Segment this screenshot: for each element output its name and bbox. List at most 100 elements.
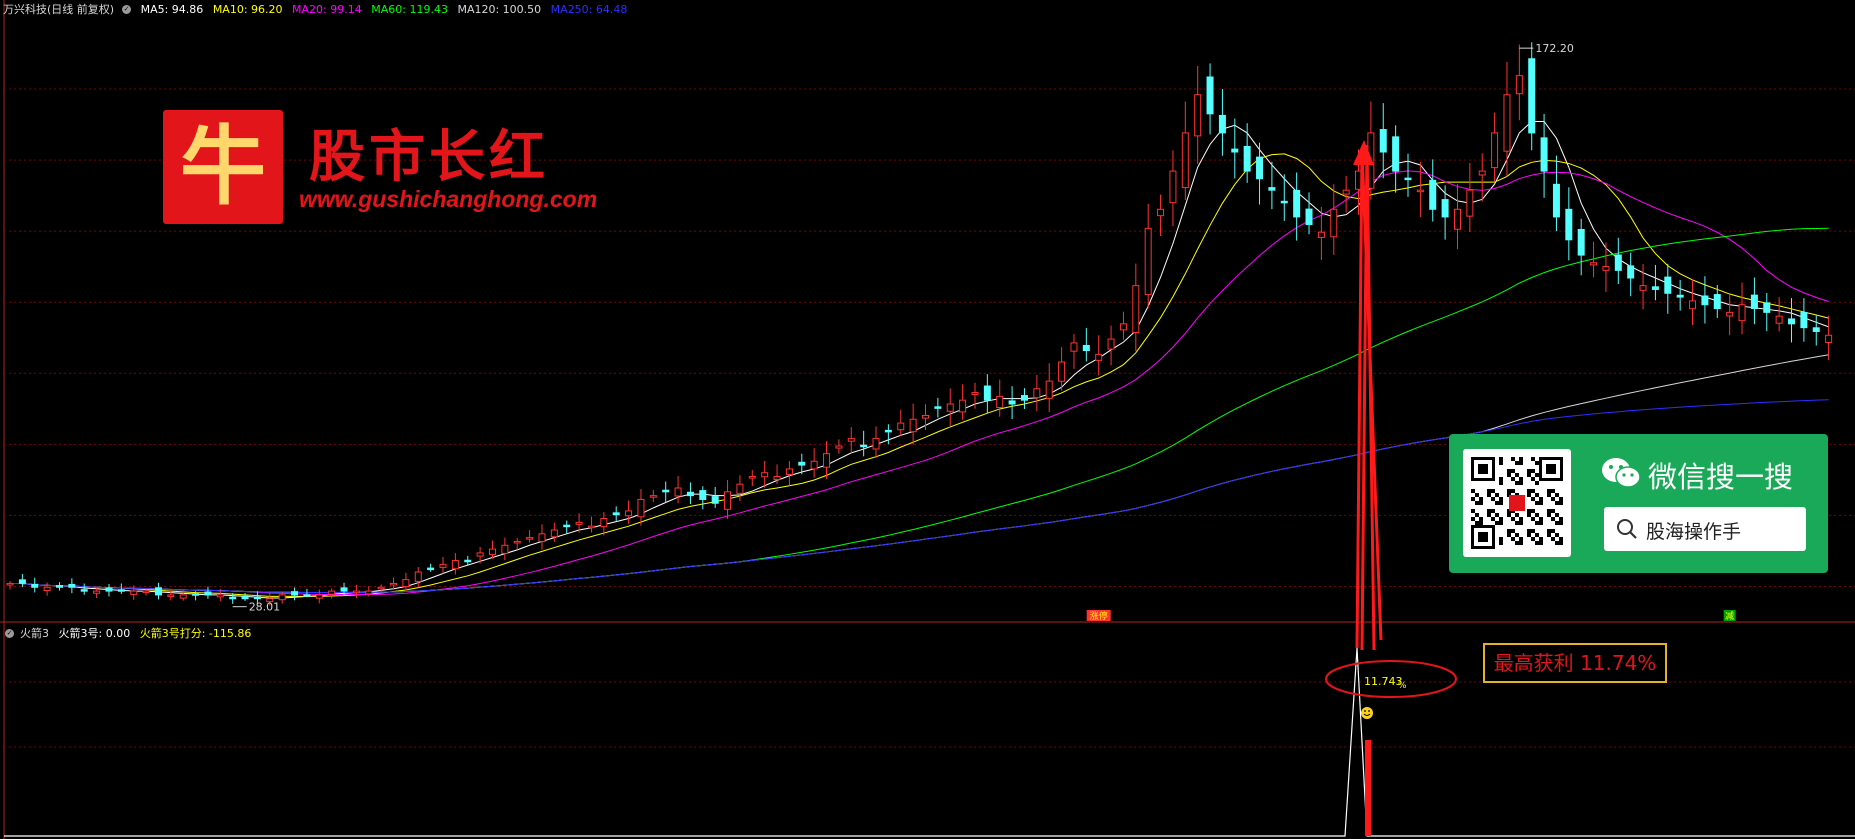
- candle-body: [377, 586, 385, 590]
- candle-body: [216, 594, 224, 598]
- qr-module: [1519, 541, 1523, 545]
- qr-module: [1535, 513, 1539, 517]
- candle-body: [946, 403, 954, 412]
- main-legend: 万兴科技(日线 前复权) ✓ MA5: 94.86 MA10: 96.20 MA2…: [3, 3, 633, 17]
- candle-body: [315, 594, 323, 599]
- wechat-search-banner[interactable]: 微信搜一搜 股海操作手: [1449, 434, 1828, 573]
- ma20-label: MA20: 99.14: [292, 3, 362, 16]
- wechat-search-box[interactable]: 股海操作手: [1604, 507, 1806, 551]
- candle-body: [1107, 338, 1115, 350]
- candle-body: [1738, 304, 1746, 322]
- qr-module: [1471, 517, 1475, 521]
- candle-body: [1540, 137, 1548, 172]
- candle-body: [1701, 295, 1709, 306]
- qr-module: [1487, 493, 1491, 497]
- candle-body: [897, 422, 905, 431]
- qr-module: [1499, 481, 1503, 485]
- candle-body: [550, 529, 558, 538]
- candle-body: [117, 589, 125, 592]
- qr-module: [1499, 501, 1503, 505]
- candle-body: [18, 579, 26, 584]
- candle-body: [1404, 177, 1412, 181]
- qr-module: [1527, 493, 1531, 497]
- candle-body: [1441, 199, 1449, 218]
- peak-value-label: 11.743: [1364, 675, 1403, 688]
- qr-module: [1535, 461, 1539, 465]
- candle-body: [130, 590, 138, 595]
- candle-body: [798, 461, 806, 466]
- candle-body: [328, 590, 336, 595]
- qr-module: [1475, 501, 1479, 505]
- candle-body: [1713, 294, 1721, 310]
- ma5-label: MA5: 94.86: [140, 3, 204, 16]
- sub-panel-toggle-icon[interactable]: ✓: [5, 628, 14, 638]
- qr-module: [1539, 541, 1543, 545]
- candle-body: [860, 444, 868, 448]
- qr-module: [1531, 509, 1535, 513]
- candle-body: [1020, 395, 1028, 401]
- sub-legend: ✓ 火箭3 火箭3号: 0.00 火箭3号打分: -115.86: [3, 627, 257, 641]
- qr-module: [1535, 493, 1539, 497]
- qr-module: [1511, 469, 1515, 473]
- qr-module: [1555, 501, 1559, 505]
- candle-body: [773, 476, 781, 481]
- qr-module: [1527, 469, 1531, 473]
- candle-body: [1305, 208, 1313, 226]
- candle-body: [711, 496, 719, 504]
- candle-body: [1565, 208, 1573, 241]
- qr-module: [1515, 533, 1519, 537]
- qr-module: [1559, 521, 1563, 525]
- search-icon: [1617, 519, 1637, 539]
- candle-body: [1614, 254, 1622, 271]
- candle-body: [748, 476, 756, 479]
- candle-body: [971, 392, 979, 395]
- qr-module: [1531, 517, 1535, 521]
- candle-body: [1169, 170, 1177, 204]
- qr-module: [1519, 461, 1523, 465]
- candle-body: [1515, 75, 1523, 95]
- panel-toggle-icon[interactable]: ✓: [122, 4, 132, 14]
- qr-module: [1479, 501, 1483, 505]
- qr-module: [1491, 497, 1495, 501]
- candle-body: [1293, 189, 1301, 218]
- candle-body: [1206, 76, 1214, 115]
- search-text: 股海操作手: [1646, 521, 1742, 543]
- qr-module: [1531, 497, 1535, 501]
- qr-module: [1559, 541, 1563, 545]
- candle-body: [68, 583, 76, 588]
- candle-body: [1416, 189, 1424, 193]
- qr-module: [1527, 529, 1531, 533]
- candle-body: [649, 495, 657, 498]
- qr-module: [1487, 513, 1491, 517]
- candle-body: [674, 487, 682, 497]
- qr-module: [1527, 489, 1531, 493]
- qr-module: [1499, 541, 1503, 545]
- candle-body: [1379, 129, 1387, 153]
- candle-body: [1602, 266, 1610, 271]
- candle-body: [1082, 344, 1090, 352]
- candle-body: [1144, 227, 1152, 296]
- qr-module: [1507, 469, 1511, 473]
- candle-body: [1528, 58, 1536, 134]
- candle-body: [1552, 183, 1560, 218]
- candle-body: [785, 468, 793, 476]
- candle-body: [278, 594, 286, 601]
- qr-module: [1555, 533, 1559, 537]
- candle-body: [1058, 361, 1066, 382]
- qr-module: [1507, 489, 1511, 493]
- qr-module: [1515, 481, 1519, 485]
- qr-module: [1499, 497, 1503, 501]
- candle-body: [835, 445, 843, 449]
- qr-module: [1471, 497, 1475, 501]
- candle-body: [1788, 318, 1796, 325]
- candle-body: [699, 490, 707, 500]
- ma10-label: MA10: 96.20: [212, 3, 283, 16]
- qr-module: [1551, 517, 1555, 521]
- candle-body: [192, 593, 200, 596]
- qr-module: [1507, 533, 1511, 537]
- candle-body: [1280, 200, 1288, 204]
- candle-body: [1218, 114, 1226, 134]
- candle-body: [402, 579, 410, 588]
- qr-module: [1555, 521, 1559, 525]
- wechat-icon: [1602, 458, 1641, 488]
